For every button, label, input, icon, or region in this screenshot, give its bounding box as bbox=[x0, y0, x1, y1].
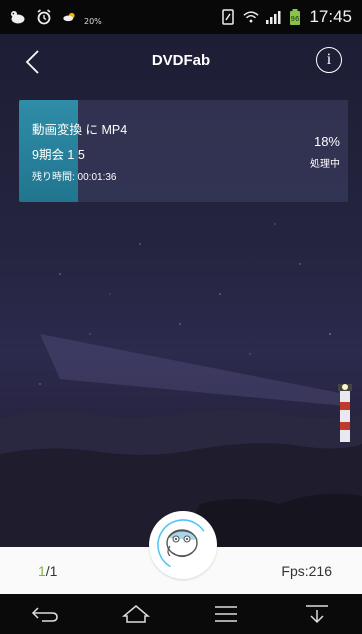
mascot-button[interactable] bbox=[149, 511, 217, 579]
status-bar-left: 20% bbox=[10, 9, 102, 26]
task-status: 18% 処理中 bbox=[310, 134, 340, 170]
app-content: DVDFab i 動画変換 に MP4 9期会 1 5 残り時間: 00:01:… bbox=[0, 34, 362, 547]
app-header: DVDFab i bbox=[0, 34, 362, 90]
task-info: 動画変換 に MP4 9期会 1 5 残り時間: 00:01:36 bbox=[32, 119, 127, 183]
nfc-icon bbox=[221, 9, 237, 25]
fps-readout: Fps:216 bbox=[281, 563, 332, 579]
task-count-current: 1 bbox=[38, 563, 46, 579]
mascot-icon bbox=[157, 519, 209, 571]
clock: 17:45 bbox=[309, 7, 352, 26]
conversion-task-card[interactable]: 動画変換 に MP4 9期会 1 5 残り時間: 00:01:36 18% 処理… bbox=[19, 100, 348, 202]
back-icon[interactable] bbox=[25, 594, 65, 634]
task-state: 処理中 bbox=[310, 159, 340, 170]
alarm-icon bbox=[36, 9, 52, 25]
menu-icon[interactable] bbox=[206, 594, 246, 634]
task-title: 9期会 1 5 bbox=[32, 148, 85, 162]
task-count-total: /1 bbox=[45, 563, 58, 579]
cat-icon bbox=[10, 9, 26, 25]
battery-icon: 96 bbox=[287, 9, 303, 25]
signal-icon bbox=[265, 9, 281, 25]
info-icon[interactable]: i bbox=[316, 47, 342, 73]
notification-down-icon[interactable] bbox=[297, 594, 337, 634]
task-count: 1/1 bbox=[38, 563, 57, 579]
task-remaining-time: 残り時間: 00:01:36 bbox=[32, 172, 117, 183]
home-icon[interactable] bbox=[116, 594, 156, 634]
wifi-icon bbox=[243, 9, 260, 25]
status-bar: 20% 96 17:45 bbox=[0, 0, 362, 34]
task-type: 動画変換 に MP4 bbox=[32, 123, 128, 137]
system-nav-bar bbox=[0, 594, 362, 634]
app-title: DVDFab bbox=[151, 52, 211, 69]
weather-percent: 20% bbox=[84, 16, 102, 26]
info-glyph: i bbox=[326, 51, 332, 68]
svg-text:96: 96 bbox=[291, 15, 300, 23]
task-percent: 18% bbox=[313, 134, 340, 149]
status-bar-right: 96 17:45 bbox=[221, 7, 352, 27]
weather-icon bbox=[62, 9, 78, 25]
